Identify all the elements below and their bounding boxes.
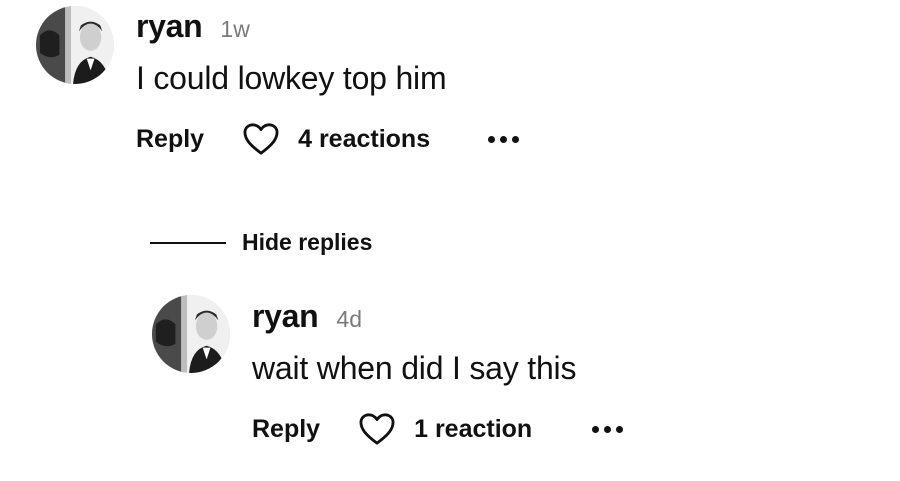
comment-text: I could lowkey top him: [136, 60, 447, 96]
comment-actions: Reply 1 reaction: [252, 412, 625, 446]
timestamp: 1w: [220, 16, 250, 42]
reactions-count[interactable]: 4 reactions: [298, 125, 430, 154]
heart-outline-icon[interactable]: [242, 122, 280, 156]
avatar[interactable]: [152, 295, 230, 373]
more-horizontal-icon[interactable]: [590, 422, 625, 437]
hide-replies-button[interactable]: Hide replies: [242, 229, 372, 256]
comment-header: ryan 4d: [252, 298, 362, 335]
username[interactable]: ryan: [252, 298, 319, 335]
comment-header: ryan 1w: [136, 8, 250, 45]
reactions-count[interactable]: 1 reaction: [414, 415, 532, 444]
comment-text: wait when did I say this: [252, 350, 577, 386]
comment: ryan 1w I could lowkey top him Reply 4 r…: [0, 0, 900, 200]
divider-line: [150, 241, 226, 244]
reply-button[interactable]: Reply: [252, 415, 320, 444]
heart-outline-icon[interactable]: [358, 412, 396, 446]
avatar[interactable]: [36, 6, 114, 84]
hide-replies-row: Hide replies: [150, 229, 372, 256]
username[interactable]: ryan: [136, 8, 203, 45]
reply-button[interactable]: Reply: [136, 125, 204, 154]
avatar-image: [36, 6, 114, 84]
comment-actions: Reply 4 reactions: [136, 122, 521, 156]
timestamp: 4d: [336, 306, 362, 332]
avatar-image: [152, 295, 230, 373]
more-horizontal-icon[interactable]: [486, 132, 521, 147]
